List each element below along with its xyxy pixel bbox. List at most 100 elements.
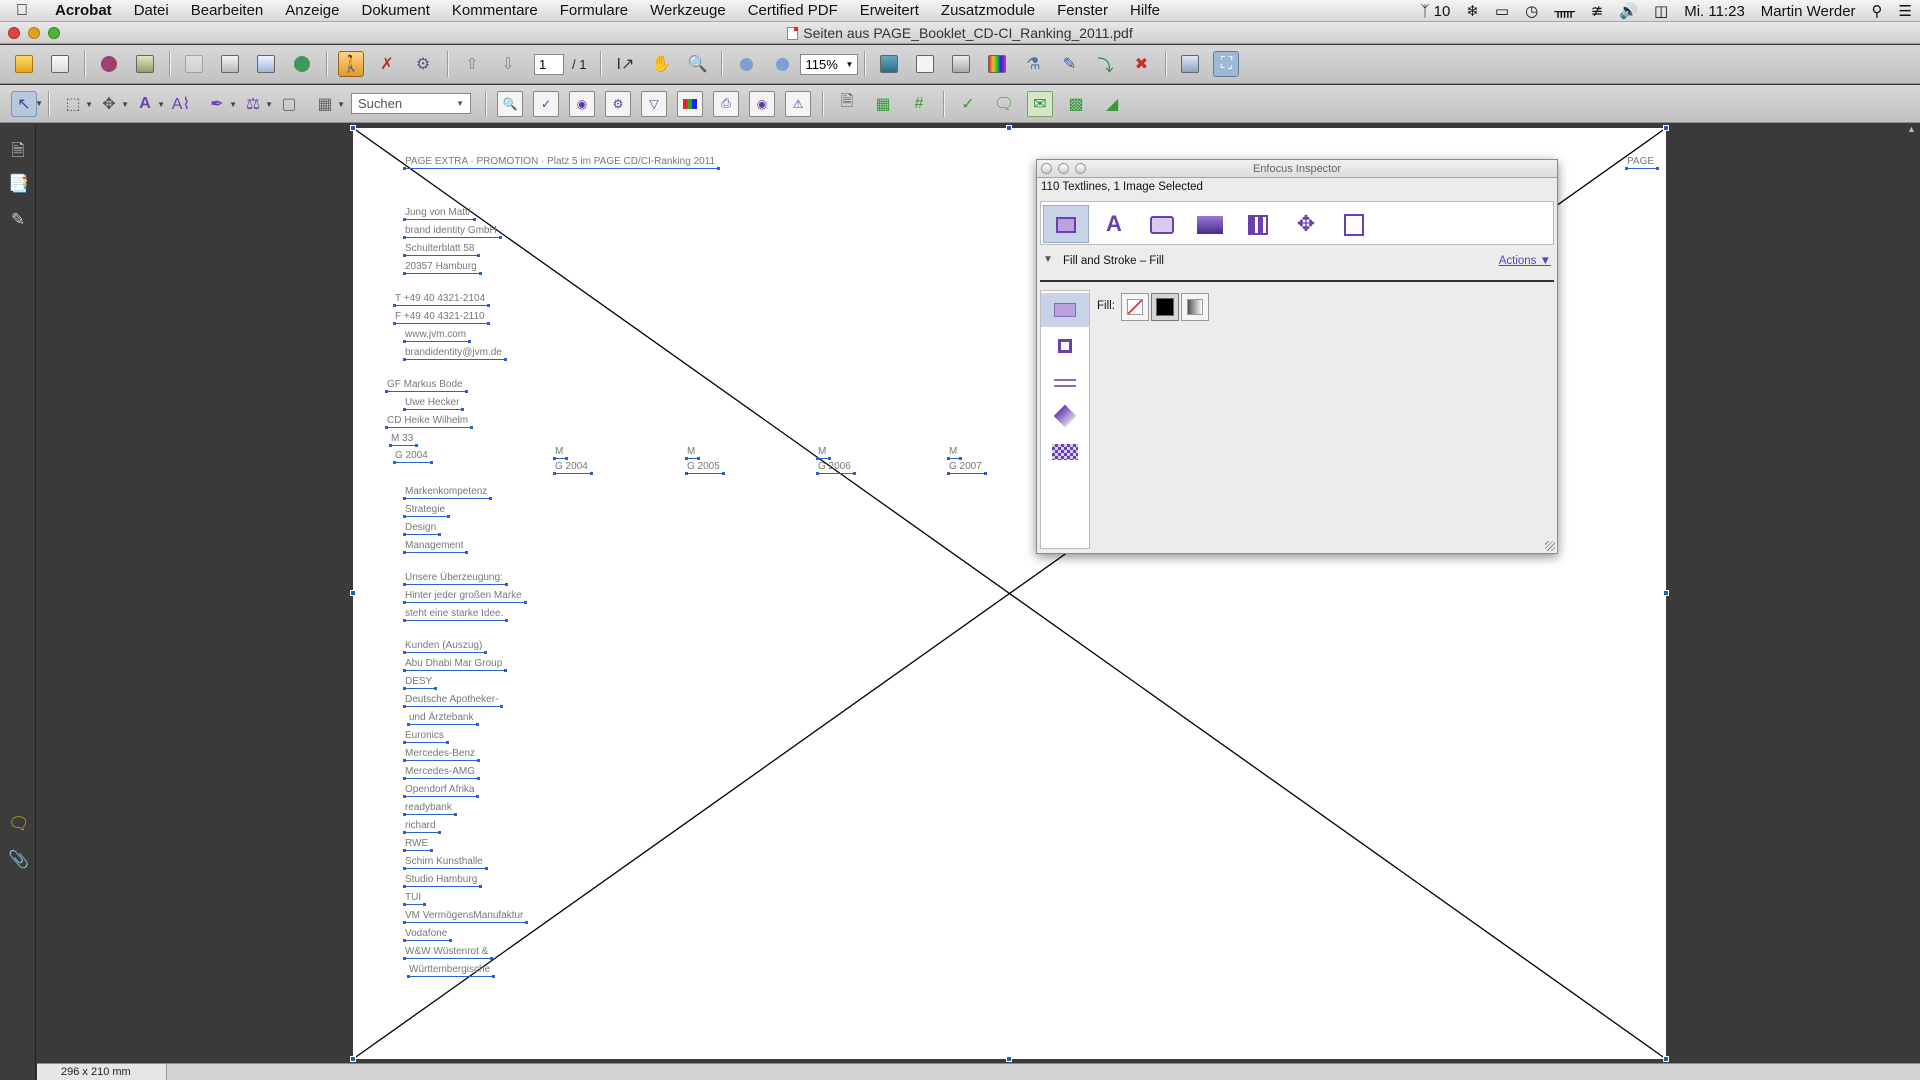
- contact-line[interactable]: F +49 40 4321-2110: [393, 311, 490, 325]
- save-icon[interactable]: [217, 51, 243, 77]
- battery-icon[interactable]: ◫: [1646, 2, 1676, 20]
- signatures-panel-icon[interactable]: ✎: [8, 210, 28, 232]
- search-input[interactable]: Suchen ▼: [351, 93, 471, 114]
- page-magnify-icon[interactable]: 🗎: [834, 91, 860, 117]
- year-label[interactable]: G 2006: [816, 461, 856, 475]
- competence-line[interactable]: Markenkompetenz: [402, 486, 493, 500]
- client-line[interactable]: Euronics: [403, 730, 449, 744]
- people-line[interactable]: M 33: [388, 433, 419, 447]
- subtab-blend[interactable]: [1041, 399, 1089, 433]
- subtab-stroke[interactable]: [1041, 329, 1089, 363]
- menu-werkzeuge[interactable]: Werkzeuge: [639, 2, 737, 19]
- full-screen-icon[interactable]: ⛶: [1213, 51, 1240, 77]
- settings-gear-icon[interactable]: ⚙: [605, 90, 631, 117]
- competence-line[interactable]: Management: [402, 540, 469, 554]
- contact-line[interactable]: brandidentity@jvm.de: [403, 347, 507, 361]
- layout-tool-icon[interactable]: ▦ ▼: [312, 91, 345, 117]
- client-line[interactable]: DESY: [402, 676, 438, 690]
- enfocus-inspector-palette[interactable]: Enfocus Inspector 110 Textlines, 1 Image…: [1036, 159, 1558, 554]
- certified-save-icon[interactable]: [1177, 51, 1203, 77]
- competence-line[interactable]: Strategie: [402, 504, 451, 518]
- spotlight-search-icon[interactable]: ⚲: [1864, 2, 1891, 20]
- user-name[interactable]: Martin Werder: [1753, 3, 1864, 20]
- address-line[interactable]: Schulterblatt 58: [403, 243, 479, 257]
- year-marker[interactable]: M: [815, 446, 832, 460]
- fill-gradient-swatch[interactable]: [1181, 293, 1209, 321]
- inspector-close-button[interactable]: [1041, 163, 1052, 174]
- dropbox-icon[interactable]: ❄: [1458, 2, 1487, 20]
- client-line[interactable]: Vodafone: [402, 928, 453, 942]
- warning-icon[interactable]: ⚠: [785, 90, 811, 117]
- menu-zusatzmodule[interactable]: Zusatzmodule: [930, 2, 1046, 19]
- year-label[interactable]: G 2007: [947, 461, 987, 475]
- scroll-up-arrow-icon[interactable]: ▲: [1907, 124, 1916, 134]
- selection-handle[interactable]: [1663, 125, 1669, 131]
- clients-heading[interactable]: Kunden (Auszug): [402, 640, 488, 654]
- competence-line[interactable]: Design: [402, 522, 442, 536]
- tab-position[interactable]: ✥: [1283, 205, 1329, 243]
- accessibility-icon[interactable]: 🚶: [338, 51, 364, 77]
- resize-grip-icon[interactable]: [1545, 541, 1555, 551]
- menu-acrobat[interactable]: Acrobat: [44, 2, 123, 19]
- selection-handle[interactable]: [1663, 590, 1669, 596]
- selection-handle[interactable]: [1006, 125, 1012, 131]
- wifi-icon[interactable]: ≇: [1583, 2, 1612, 20]
- pen-tool-icon[interactable]: ✒ ▼: [204, 91, 237, 117]
- preflight-icon[interactable]: ✗: [374, 51, 400, 77]
- client-line[interactable]: Mercedes-AMG: [402, 766, 481, 780]
- disclosure-triangle-icon[interactable]: ▼: [1043, 254, 1053, 265]
- next-page-icon[interactable]: ⇩: [495, 51, 521, 77]
- export-icon[interactable]: ⤵: [1092, 51, 1118, 77]
- color-separation-icon[interactable]: [984, 51, 1010, 77]
- globe-icon[interactable]: ◉: [569, 90, 595, 117]
- client-line[interactable]: Abu Dhabi Mar Group: [402, 658, 508, 672]
- selection-handle[interactable]: [350, 125, 356, 131]
- people-line[interactable]: G 2004: [393, 450, 433, 464]
- client-line[interactable]: TUI: [402, 892, 427, 906]
- text-tool-icon[interactable]: A ▼: [132, 91, 165, 117]
- delete-pages-icon[interactable]: ✖: [1128, 51, 1154, 77]
- hand-tool-icon[interactable]: ✋: [648, 51, 674, 77]
- select-arrow-icon[interactable]: ↖ ▼: [11, 90, 43, 117]
- notification-center-icon[interactable]: ☰: [1891, 2, 1920, 20]
- bookmarks-panel-icon[interactable]: 📑: [8, 174, 29, 196]
- email-icon[interactable]: [253, 51, 279, 77]
- pages-panel-icon[interactable]: 🗎: [8, 138, 28, 160]
- actions-menu[interactable]: Actions ▼: [1499, 255, 1551, 267]
- grid-magnet-icon[interactable]: ▦: [870, 91, 896, 117]
- tab-monitor[interactable]: [1187, 205, 1233, 243]
- inspector-title-bar[interactable]: Enfocus Inspector: [1037, 160, 1557, 178]
- client-line[interactable]: RWE: [402, 838, 434, 852]
- zoom-tool-icon[interactable]: 🔍: [684, 51, 710, 77]
- tab-document[interactable]: [1331, 205, 1377, 243]
- bluetooth-icon[interactable]: ᚅ: [1546, 2, 1583, 20]
- marquee-select-icon[interactable]: ⬚ ▼: [60, 91, 93, 117]
- address-line[interactable]: Jung von Matt/: [403, 207, 476, 221]
- client-line[interactable]: W&W Wüstenrot &: [402, 946, 494, 960]
- client-line[interactable]: richard: [403, 820, 441, 834]
- volume-icon[interactable]: 🔊: [1611, 2, 1646, 20]
- time-machine-icon[interactable]: ◷: [1517, 2, 1546, 20]
- apple-menu-icon[interactable]: : [16, 2, 44, 20]
- client-line[interactable]: VM VermögensManufaktur: [402, 910, 529, 924]
- inspector-minimize-button[interactable]: [1058, 163, 1069, 174]
- page-box-icon[interactable]: [876, 51, 902, 77]
- comments-panel-icon[interactable]: 🗨: [8, 814, 30, 836]
- inspector-zoom-button[interactable]: [1075, 163, 1086, 174]
- create-pdf-icon[interactable]: [96, 51, 122, 77]
- page-corner-text[interactable]: PAGE: [1624, 156, 1660, 170]
- fill-solid-swatch[interactable]: [1151, 293, 1179, 321]
- layers-icon[interactable]: ◢: [1099, 91, 1125, 117]
- contact-line[interactable]: T +49 40 4321-2104: [392, 293, 491, 307]
- stamp-icon[interactable]: [132, 51, 158, 77]
- color-table-icon[interactable]: [677, 90, 703, 117]
- conviction-line[interactable]: steht eine starke Idee.: [402, 608, 509, 622]
- move-tool-icon[interactable]: ✥ ▼: [96, 91, 129, 117]
- menu-dokument[interactable]: Dokument: [351, 2, 441, 19]
- print-preview-icon[interactable]: ⎙: [713, 90, 739, 117]
- page-header-text[interactable]: PAGE EXTRA · PROMOTION · Platz 5 im PAGE…: [402, 156, 721, 170]
- contact-line[interactable]: www.jvm.com: [402, 329, 472, 343]
- menu-datei[interactable]: Datei: [123, 2, 180, 19]
- fit-page-icon[interactable]: [912, 51, 938, 77]
- menu-bearbeiten[interactable]: Bearbeiten: [180, 2, 275, 19]
